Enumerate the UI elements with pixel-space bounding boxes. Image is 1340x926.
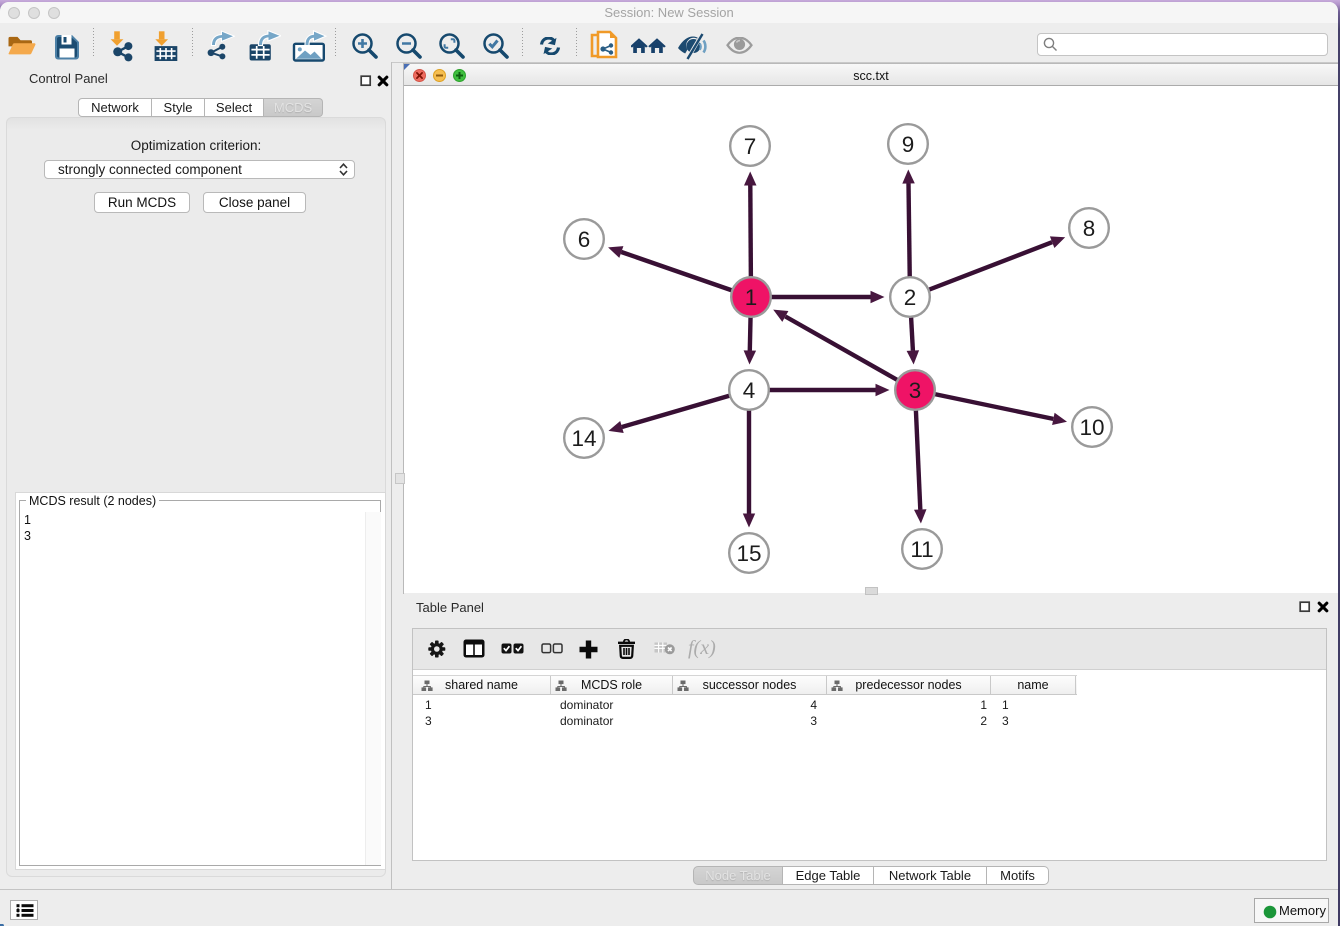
svg-text:3: 3 bbox=[909, 378, 922, 403]
svg-text:1: 1 bbox=[745, 285, 758, 310]
svg-text:2: 2 bbox=[904, 285, 917, 310]
svg-text:9: 9 bbox=[902, 132, 915, 157]
svg-text:11: 11 bbox=[910, 537, 933, 562]
svg-text:14: 14 bbox=[571, 426, 596, 451]
svg-text:6: 6 bbox=[578, 227, 591, 252]
svg-text:4: 4 bbox=[743, 378, 756, 403]
svg-text:15: 15 bbox=[736, 541, 761, 566]
svg-text:8: 8 bbox=[1083, 216, 1096, 241]
svg-text:7: 7 bbox=[744, 134, 757, 159]
svg-text:10: 10 bbox=[1079, 415, 1104, 440]
